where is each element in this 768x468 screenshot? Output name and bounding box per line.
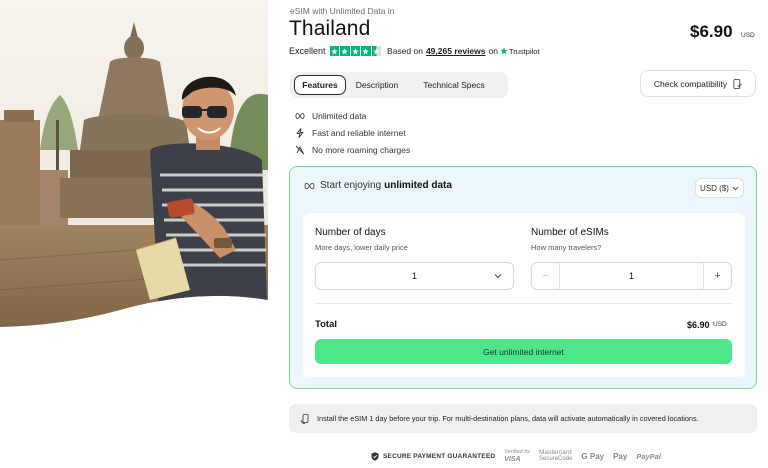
feature-item: No more roaming charges <box>294 141 410 158</box>
rating-on: on <box>488 46 498 56</box>
currency-value: USD ($) <box>700 183 729 193</box>
reviews-link[interactable]: 49,265 reviews <box>426 46 486 56</box>
phone-check-icon <box>733 78 742 89</box>
apple-pay-logo: Pay <box>613 451 628 461</box>
feature-item: Fast and reliable internet <box>294 124 410 141</box>
tab-features[interactable]: Features <box>294 75 346 95</box>
star-icon <box>329 46 340 56</box>
chevron-down-icon <box>494 274 502 279</box>
google-pay-logo: G Pay <box>581 451 605 461</box>
mastercard-securecode-logo: Mastercard SecureCode <box>539 449 573 462</box>
secure-payment-label: SECURE PAYMENT GUARANTEED <box>383 452 496 460</box>
feature-item: Unlimited data <box>294 107 410 124</box>
hand-phone-icon <box>300 413 309 424</box>
rating-based-on: Based on <box>387 46 423 56</box>
tab-description[interactable]: Description <box>346 75 408 95</box>
trustpilot-rating[interactable]: Excellent Based on 49,265 reviews on Tru… <box>289 44 540 58</box>
verified-by-visa-logo: Verified by VISA <box>504 449 531 463</box>
product-tabs: Features Description Technical Specs <box>290 72 508 98</box>
hero-image <box>0 0 268 330</box>
esims-hint: How many travelers? <box>531 243 602 252</box>
check-compatibility-button[interactable]: Check compatibility <box>640 70 756 97</box>
star-icon <box>350 46 361 56</box>
feature-label: No more roaming charges <box>312 144 411 155</box>
traveler-photo <box>0 0 268 327</box>
infinity-icon <box>295 112 305 119</box>
card-heading-prefix: Start enjoying <box>320 180 382 191</box>
price-currency: USD <box>741 32 755 39</box>
days-label: Number of days <box>315 227 386 238</box>
order-form: Number of days More days, lower daily pr… <box>303 213 745 377</box>
total-label: Total <box>315 319 337 330</box>
esims-stepper[interactable]: − 1 + <box>531 262 732 290</box>
total-currency: USD <box>713 321 727 328</box>
total-value: $6.90 <box>687 320 710 330</box>
get-unlimited-internet-button[interactable]: Get unlimited internet <box>315 339 732 364</box>
page-title: Thailand <box>289 17 371 40</box>
days-hint: More days, lower daily price <box>315 243 408 252</box>
purchase-card: Start enjoying unlimited data USD ($) Nu… <box>289 166 757 389</box>
infinity-icon <box>304 182 315 189</box>
install-info-text: Install the eSIM 1 day before your trip.… <box>317 414 699 423</box>
esims-label: Number of eSIMs <box>531 227 609 238</box>
feature-label: Fast and reliable internet <box>312 127 406 138</box>
decrement-button[interactable]: − <box>532 263 560 289</box>
card-heading: Start enjoying unlimited data <box>304 180 452 191</box>
rating-label: Excellent <box>289 46 326 56</box>
no-roaming-icon <box>295 145 305 154</box>
days-select[interactable]: 1 <box>315 262 514 290</box>
product-subtitle: eSIM with Unlimited Data in <box>290 6 395 16</box>
tab-technical-specs[interactable]: Technical Specs <box>408 75 500 95</box>
card-heading-bold: unlimited data <box>384 180 452 191</box>
payment-methods: SECURE PAYMENT GUARANTEED Verified by VI… <box>371 449 670 463</box>
trustpilot-star-icon <box>500 47 508 55</box>
feature-label: Unlimited data <box>312 110 367 121</box>
check-compatibility-label: Check compatibility <box>653 78 728 89</box>
divider <box>315 303 732 304</box>
star-icon <box>340 46 350 56</box>
esims-value[interactable]: 1 <box>560 271 703 281</box>
feature-list: Unlimited data Fast and reliable interne… <box>294 107 410 158</box>
chevron-down-icon <box>732 186 739 190</box>
star-icon <box>361 46 371 56</box>
currency-select[interactable]: USD ($) <box>695 178 744 198</box>
days-value: 1 <box>411 271 417 281</box>
product-price: $6.90 <box>690 22 733 41</box>
paypal-logo: PayPal <box>636 451 661 461</box>
install-info-banner: Install the eSIM 1 day before your trip.… <box>289 404 757 433</box>
star-half-icon <box>371 46 382 56</box>
shield-icon <box>371 451 379 461</box>
increment-button[interactable]: + <box>703 263 731 289</box>
rating-stars <box>329 46 382 56</box>
lightning-icon <box>296 127 304 138</box>
trustpilot-logo: Trustpilot <box>508 46 540 56</box>
secure-payment: SECURE PAYMENT GUARANTEED <box>371 451 496 461</box>
